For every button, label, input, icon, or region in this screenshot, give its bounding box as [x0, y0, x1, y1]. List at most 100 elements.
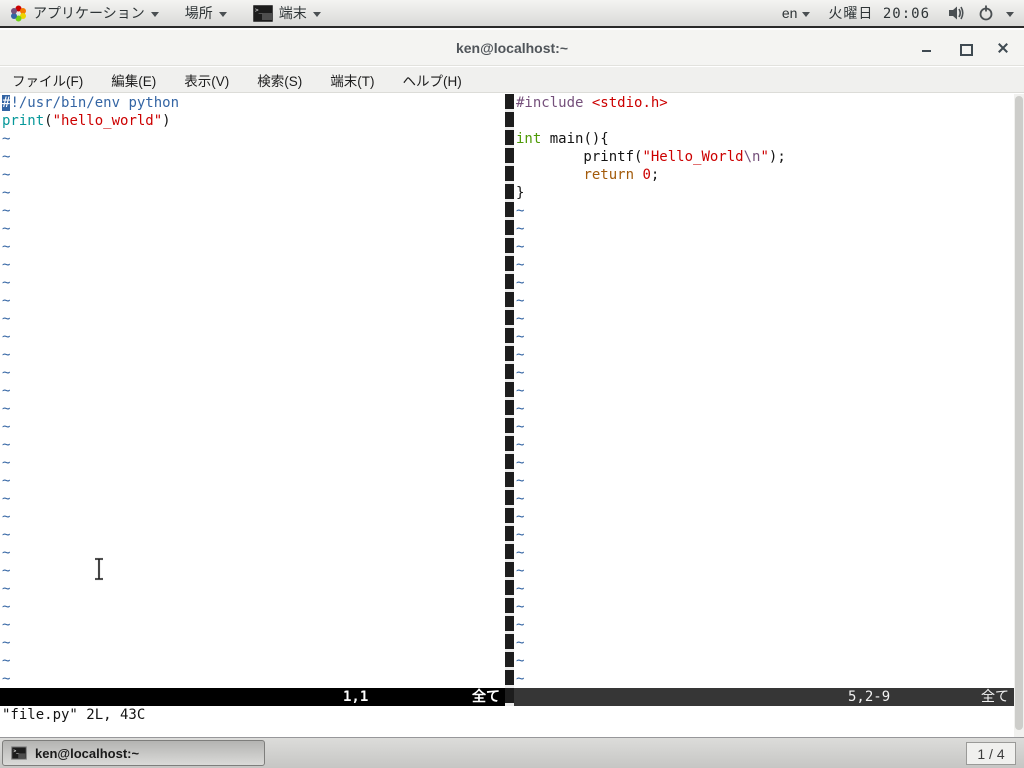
- vim-split: #!/usr/bin/env python print("hello_world"…: [0, 94, 1014, 706]
- tilde-line: ~: [2, 239, 11, 255]
- tilde-line: ~: [2, 653, 11, 669]
- menubar-item[interactable]: 編集(E): [111, 70, 156, 90]
- keyboard-layout-indicator[interactable]: en: [782, 5, 811, 21]
- window-titlebar: ken@localhost:~: [0, 30, 1024, 66]
- tilde-line: ~: [2, 545, 11, 561]
- tilde-line: ~: [2, 347, 11, 363]
- code-line: printf("Hello_World\n");: [516, 149, 786, 165]
- applications-icon: [11, 5, 26, 21]
- minimize-button[interactable]: [920, 41, 934, 55]
- tilde-line: ~: [516, 599, 525, 615]
- tilde-line: ~: [516, 635, 525, 651]
- terminal-icon: >_: [252, 4, 273, 22]
- tilde-line: ~: [516, 311, 525, 327]
- terminal-app-menu[interactable]: >_ 端末: [252, 3, 321, 23]
- terminal-menu-label: 端末: [278, 5, 307, 21]
- statusline-scroll-indicator: 全て: [981, 689, 1009, 705]
- code-line: return 0;: [583, 167, 660, 183]
- applications-menu[interactable]: アプリケーション: [10, 3, 159, 23]
- tilde-line: ~: [516, 203, 525, 219]
- tilde-line: ~: [2, 149, 11, 165]
- chevron-down-icon: [218, 11, 227, 17]
- tilde-line: ~: [2, 671, 11, 687]
- tilde-line: ~: [2, 635, 11, 651]
- tilde-line: ~: [516, 545, 525, 561]
- tilde-line: ~: [2, 419, 11, 435]
- top-panel: アプリケーション 場所 >_ 端末 en 火曜日 20:06: [0, 0, 1024, 28]
- tilde-line: ~: [2, 563, 11, 579]
- tilde-line: ~: [2, 473, 11, 489]
- tilde-line: ~: [2, 275, 11, 291]
- tilde-line: ~: [516, 527, 525, 543]
- tilde-line: ~: [2, 185, 11, 201]
- tilde-line: ~: [2, 437, 11, 453]
- vim-left-buffer[interactable]: #!/usr/bin/env python print("hello_world"…: [0, 94, 505, 688]
- menubar-item[interactable]: 検索(S): [257, 70, 302, 90]
- tilde-line: ~: [516, 257, 525, 273]
- bottom-taskbar: >_ ken@localhost:~ 1 / 4: [0, 737, 1024, 768]
- taskbar-window-button[interactable]: >_ ken@localhost:~: [2, 740, 265, 766]
- window-controls: [920, 30, 1010, 66]
- desktop-screen: アプリケーション 場所 >_ 端末 en 火曜日 20:06 ken@local…: [0, 0, 1024, 768]
- places-label: 場所: [184, 5, 213, 21]
- tilde-line: ~: [516, 419, 525, 435]
- terminal-window: #!/usr/bin/env python print("hello_world"…: [0, 94, 1024, 737]
- tilde-line: ~: [2, 455, 11, 471]
- vim-statusline-inactive: hello_world.c 5,2-9 全て: [514, 688, 1014, 706]
- tilde-line: ~: [516, 617, 525, 633]
- tilde-line: ~: [516, 293, 525, 309]
- scrollbar-thumb[interactable]: [1015, 96, 1023, 730]
- chevron-down-icon: [150, 11, 159, 17]
- tilde-line: ~: [516, 347, 525, 363]
- statusline-scroll-indicator: 全て: [472, 689, 500, 705]
- tilde-line: ~: [2, 365, 11, 381]
- applications-label: アプリケーション: [33, 5, 145, 21]
- chevron-down-icon: [312, 11, 321, 17]
- window-title: ken@localhost:~: [455, 39, 569, 56]
- clock[interactable]: 火曜日 20:06: [828, 3, 930, 23]
- power-icon: [979, 5, 993, 21]
- tilde-line: ~: [2, 581, 11, 597]
- tilde-line: ~: [516, 473, 525, 489]
- tilde-line: ~: [2, 329, 11, 345]
- tilde-line: ~: [2, 203, 11, 219]
- tilde-line: ~: [2, 257, 11, 273]
- tilde-line: ~: [516, 671, 525, 687]
- tilde-line: ~: [516, 221, 525, 237]
- close-button[interactable]: [996, 41, 1010, 55]
- system-status-area[interactable]: [948, 5, 1014, 21]
- tilde-line: ~: [2, 383, 11, 399]
- tilde-line: ~: [516, 401, 525, 417]
- places-menu[interactable]: 場所: [185, 3, 227, 23]
- tilde-line: ~: [516, 581, 525, 597]
- menubar-item[interactable]: ヘルプ(H): [403, 70, 462, 90]
- tilde-line: ~: [2, 491, 11, 507]
- tilde-line: ~: [2, 311, 11, 327]
- code-line: #include <stdio.h>: [516, 95, 668, 111]
- tilde-line: ~: [516, 239, 525, 255]
- tilde-line: ~: [516, 509, 525, 525]
- terminal-icon: >_: [11, 746, 27, 760]
- vim-vertical-separator: [505, 94, 514, 706]
- tilde-line: ~: [516, 653, 525, 669]
- menubar-item[interactable]: 表示(V): [184, 70, 229, 90]
- menubar-item[interactable]: ファイル(F): [12, 70, 83, 90]
- tilde-line: ~: [2, 527, 11, 543]
- tilde-line: ~: [2, 599, 11, 615]
- vim-right-buffer[interactable]: #include <stdio.h> int main(){ printf("He…: [514, 94, 1014, 688]
- menubar-item[interactable]: 端末(T): [330, 70, 374, 90]
- tilde-line: ~: [2, 293, 11, 309]
- top-panel-indicators: en 火曜日 20:06: [782, 3, 1014, 23]
- maximize-button[interactable]: [958, 41, 973, 56]
- vim-message-line: "file.py" 2L, 43C: [2, 707, 146, 723]
- statusline-cursor-position: 5,2-9: [848, 689, 891, 705]
- tilde-line: ~: [516, 383, 525, 399]
- tilde-line: ~: [2, 401, 11, 417]
- terminal-scrollbar[interactable]: [1014, 94, 1024, 737]
- statusline-cursor-position: 1,1: [343, 689, 369, 705]
- vim-left-pane: #!/usr/bin/env python print("hello_world"…: [0, 94, 505, 706]
- code-line: int main(){: [516, 131, 609, 147]
- workspace-switcher[interactable]: 1 / 4: [966, 742, 1016, 765]
- chevron-down-icon: [802, 11, 811, 17]
